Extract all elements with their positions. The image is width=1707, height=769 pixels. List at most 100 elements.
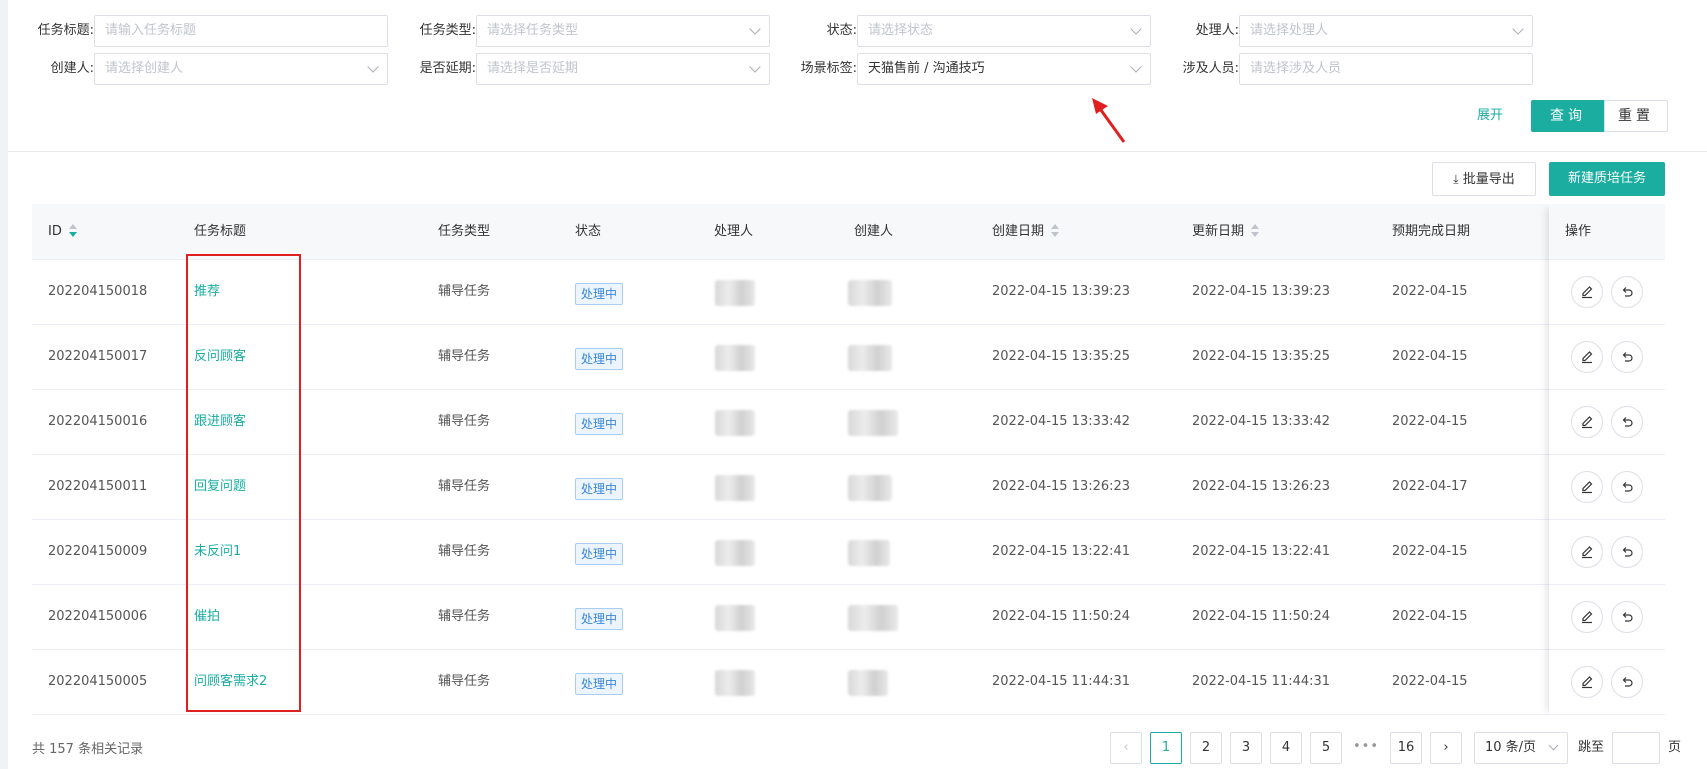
cell-id: 202204150005 <box>48 674 148 689</box>
more-pages-button[interactable]: ••• <box>1350 732 1382 764</box>
cell-due: 2022-04-15 <box>1392 674 1468 689</box>
column-header-handler: 处理人 <box>714 224 754 239</box>
page-size-select[interactable]: 10 条/页 <box>1474 732 1568 764</box>
edit-button[interactable] <box>1571 536 1603 568</box>
cell-id: 202204150006 <box>48 609 148 624</box>
column-header-created[interactable]: 创建日期 <box>992 204 1060 260</box>
cell-created: 2022-04-15 13:26:23 <box>992 479 1131 494</box>
cell-created: 2022-04-15 11:44:31 <box>992 674 1131 689</box>
jump-page-input[interactable] <box>1612 732 1660 764</box>
page-2-button[interactable]: 2 <box>1190 732 1222 764</box>
creator-avatar-blurred <box>848 475 892 501</box>
cell-id: 202204150009 <box>48 544 148 559</box>
annotation-arrow <box>1092 98 1126 143</box>
handler-avatar-blurred <box>715 540 755 566</box>
edit-button[interactable] <box>1571 601 1603 633</box>
page-1-button[interactable]: 1 <box>1150 732 1182 764</box>
cell-id: 202204150016 <box>48 414 148 429</box>
new-task-button[interactable]: 新建质培任务 <box>1549 162 1665 196</box>
cell-created: 2022-04-15 13:39:23 <box>992 284 1131 299</box>
handler-avatar-blurred <box>715 280 755 306</box>
total-records: 共 157 条相关记录 <box>32 742 144 757</box>
cell-updated: 2022-04-15 13:22:41 <box>1192 544 1331 559</box>
edit-button[interactable] <box>1571 666 1603 698</box>
cell-created: 2022-04-15 13:22:41 <box>992 544 1131 559</box>
batch-export-button[interactable]: ⤓ 批量导出 <box>1432 162 1536 196</box>
revoke-button[interactable] <box>1611 341 1643 373</box>
undo-icon <box>1622 287 1633 297</box>
status-badge: 处理中 <box>575 608 624 630</box>
handler-avatar-blurred <box>715 605 755 631</box>
handler-select[interactable]: 请选择处理人 <box>1239 15 1533 47</box>
cell-type: 辅导任务 <box>438 544 491 559</box>
undo-icon <box>1622 352 1633 362</box>
cell-created: 2022-04-15 13:33:42 <box>992 414 1131 429</box>
undo-icon <box>1622 612 1633 622</box>
edit-button[interactable] <box>1571 406 1603 438</box>
edit-icon <box>1582 481 1593 494</box>
prev-page-button[interactable]: ‹ <box>1110 732 1142 764</box>
page-5-button[interactable]: 5 <box>1310 732 1342 764</box>
last-page-button[interactable]: 16 <box>1390 732 1422 764</box>
page-3-button[interactable]: 3 <box>1230 732 1262 764</box>
cell-type: 辅导任务 <box>438 349 491 364</box>
edit-icon <box>1582 351 1593 364</box>
operation-cell <box>1549 455 1665 520</box>
revoke-button[interactable] <box>1611 471 1643 503</box>
cell-id: 202204150018 <box>48 284 148 299</box>
cell-id: 202204150011 <box>48 479 148 494</box>
undo-icon <box>1622 417 1633 427</box>
creator-avatar-blurred <box>848 410 898 436</box>
operation-cell <box>1549 390 1665 455</box>
reset-button[interactable]: 重置 <box>1604 100 1668 132</box>
involved-input[interactable]: 请选择涉及人员 <box>1239 53 1533 85</box>
revoke-button[interactable] <box>1611 666 1643 698</box>
creator-avatar-blurred <box>848 540 890 566</box>
cell-type: 辅导任务 <box>438 609 491 624</box>
sort-icon[interactable] <box>1250 223 1260 238</box>
query-button[interactable]: 查询 <box>1531 100 1605 132</box>
page: 任务标题: 请输入任务标题 任务类型: 请选择任务类型 状态: 请选择状态 处理… <box>8 0 1707 769</box>
operation-cell <box>1549 325 1665 390</box>
operation-cell <box>1549 520 1665 585</box>
page-unit-label: 页 <box>1668 740 1682 755</box>
filter-involved: 涉及人员: 请选择涉及人员 <box>8 53 1533 85</box>
next-page-button[interactable]: › <box>1430 732 1462 764</box>
edit-button[interactable] <box>1571 341 1603 373</box>
edit-button[interactable] <box>1571 276 1603 308</box>
cell-updated: 2022-04-15 13:35:25 <box>1192 349 1331 364</box>
status-badge: 处理中 <box>575 673 624 695</box>
column-header-status: 状态 <box>575 224 602 239</box>
creator-avatar-blurred <box>848 345 892 371</box>
revoke-button[interactable] <box>1611 276 1643 308</box>
revoke-button[interactable] <box>1611 601 1643 633</box>
cell-updated: 2022-04-15 11:44:31 <box>1192 674 1331 689</box>
cell-type: 辅导任务 <box>438 479 491 494</box>
creator-avatar-blurred <box>848 670 888 696</box>
sort-icon[interactable] <box>68 223 78 238</box>
undo-icon <box>1622 482 1633 492</box>
page-4-button[interactable]: 4 <box>1270 732 1302 764</box>
edit-icon <box>1582 546 1593 559</box>
edit-icon <box>1582 286 1593 299</box>
column-header-title: 任务标题 <box>194 224 247 239</box>
expand-link[interactable]: 展开 <box>1477 104 1503 128</box>
revoke-button[interactable] <box>1611 406 1643 438</box>
column-header-due: 预期完成日期 <box>1392 224 1471 239</box>
chevron-down-icon <box>1548 740 1559 751</box>
jump-label: 跳至 <box>1578 740 1605 755</box>
edit-button[interactable] <box>1571 471 1603 503</box>
operation-cell <box>1549 585 1665 650</box>
undo-icon <box>1622 547 1633 557</box>
column-header-id[interactable]: ID <box>48 204 78 260</box>
column-header-updated[interactable]: 更新日期 <box>1192 204 1260 260</box>
sort-icon[interactable] <box>1050 223 1060 238</box>
cell-due: 2022-04-15 <box>1392 284 1468 299</box>
cell-due: 2022-04-17 <box>1392 479 1468 494</box>
table-header: ID 任务标题 任务类型 状态 处理人 创建人 创建日期 更新日期 预期完成日期 <box>32 204 1665 260</box>
creator-avatar-blurred <box>848 280 892 306</box>
filter-label: 处理人: <box>1195 23 1239 38</box>
status-badge: 处理中 <box>575 478 624 500</box>
operation-cell <box>1549 650 1665 715</box>
revoke-button[interactable] <box>1611 536 1643 568</box>
